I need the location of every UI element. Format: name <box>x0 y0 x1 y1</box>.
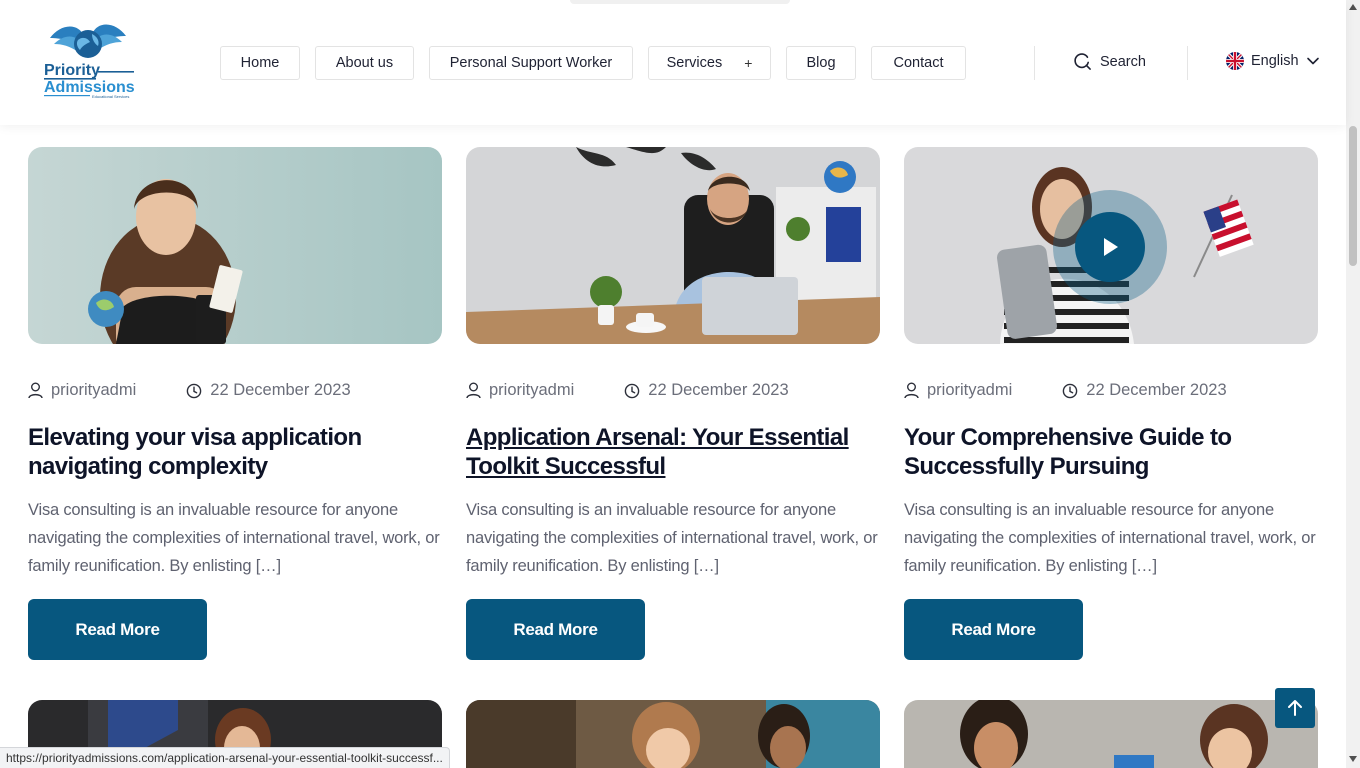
post-author[interactable]: priorityadmi <box>904 381 1012 400</box>
language-label: English <box>1251 53 1299 69</box>
language-selector[interactable]: English <box>1226 52 1320 70</box>
post-meta: priorityadmi 22 December 2023 <box>904 381 1227 400</box>
post-excerpt: Visa consulting is an invaluable resourc… <box>904 501 1316 575</box>
user-icon <box>904 382 919 399</box>
post-date-label: 22 December 2023 <box>648 381 789 399</box>
nav-services[interactable]: Services + <box>648 46 771 80</box>
post-card: priorityadmi 22 December 2023 Your Compr… <box>904 147 1318 660</box>
post-image[interactable] <box>466 147 880 344</box>
user-icon <box>28 382 43 399</box>
post-image[interactable] <box>904 147 1318 344</box>
clock-icon <box>1062 383 1078 398</box>
scroll-down-arrow-icon[interactable] <box>1349 756 1357 762</box>
search-button[interactable]: Search <box>1073 52 1146 71</box>
nav-contact[interactable]: Contact <box>871 46 966 80</box>
nav-blog-label: Blog <box>806 55 836 71</box>
post-title[interactable]: Elevating your visa application navigati… <box>28 423 442 481</box>
post-author-label: priorityadmi <box>489 381 575 399</box>
plus-icon: + <box>744 55 753 71</box>
post-date-label: 22 December 2023 <box>1086 381 1227 399</box>
logo-tagline: Educational Services <box>92 94 129 99</box>
status-bar-url: https://priorityadmissions.com/applicati… <box>0 747 450 768</box>
nav-contact-label: Contact <box>893 55 944 71</box>
post-image[interactable] <box>28 147 442 344</box>
post-card: priorityadmi 22 December 2023 Elevating … <box>28 147 442 660</box>
post-author[interactable]: priorityadmi <box>466 381 574 400</box>
post-excerpt: Visa consulting is an invaluable resourc… <box>28 501 440 575</box>
post-date: 22 December 2023 <box>624 381 789 400</box>
page-scrollbar[interactable] <box>1346 0 1360 768</box>
nav-personal-support-worker[interactable]: Personal Support Worker <box>429 46 633 80</box>
post-title[interactable]: Your Comprehensive Guide to Successfully… <box>904 423 1318 481</box>
search-icon <box>1074 53 1091 70</box>
read-more-button[interactable]: Read More <box>466 599 645 660</box>
post-date: 22 December 2023 <box>186 381 351 400</box>
post-title[interactable]: Application Arsenal: Your Essential Tool… <box>466 423 880 481</box>
post-author-label: priorityadmi <box>927 381 1013 399</box>
search-label: Search <box>1100 53 1146 70</box>
nav-home[interactable]: Home <box>220 46 300 80</box>
user-icon <box>466 382 481 399</box>
uk-flag-icon <box>1226 52 1244 70</box>
read-more-button[interactable]: Read More <box>904 599 1083 660</box>
arrow-up-icon <box>1288 700 1302 716</box>
scrollbar-thumb[interactable] <box>1349 126 1357 266</box>
post-date: 22 December 2023 <box>1062 381 1227 400</box>
post-date-label: 22 December 2023 <box>210 381 351 399</box>
nav-about-us-label: About us <box>335 55 394 71</box>
logo-text-priority: Priority <box>44 62 100 79</box>
nav-home-label: Home <box>240 55 280 71</box>
post-author-label: priorityadmi <box>51 381 137 399</box>
nav-divider-2 <box>1187 46 1188 80</box>
nav-about-us[interactable]: About us <box>315 46 414 80</box>
nav-psw-label: Personal Support Worker <box>449 55 613 71</box>
clock-icon <box>186 383 202 398</box>
chevron-down-icon <box>1306 57 1319 65</box>
nav-services-label: Services <box>666 55 723 71</box>
scroll-up-arrow-icon[interactable] <box>1349 4 1357 10</box>
post-meta: priorityadmi 22 December 2023 <box>466 381 789 400</box>
post-image[interactable] <box>904 700 1318 768</box>
site-logo[interactable]: Priority Admissions Educational Services <box>30 16 152 108</box>
top-hint-bar <box>570 0 790 4</box>
nav-blog[interactable]: Blog <box>786 46 856 80</box>
post-card: priorityadmi 22 December 2023 Applicatio… <box>466 147 880 660</box>
post-image[interactable] <box>466 700 880 768</box>
read-more-button[interactable]: Read More <box>28 599 207 660</box>
back-to-top-button[interactable] <box>1275 688 1315 728</box>
post-excerpt: Visa consulting is an invaluable resourc… <box>466 501 878 575</box>
post-author[interactable]: priorityadmi <box>28 381 136 400</box>
post-meta: priorityadmi 22 December 2023 <box>28 381 351 400</box>
nav-divider <box>1034 46 1035 80</box>
clock-icon <box>624 383 640 398</box>
site-header: Priority Admissions Educational Services… <box>0 0 1346 125</box>
